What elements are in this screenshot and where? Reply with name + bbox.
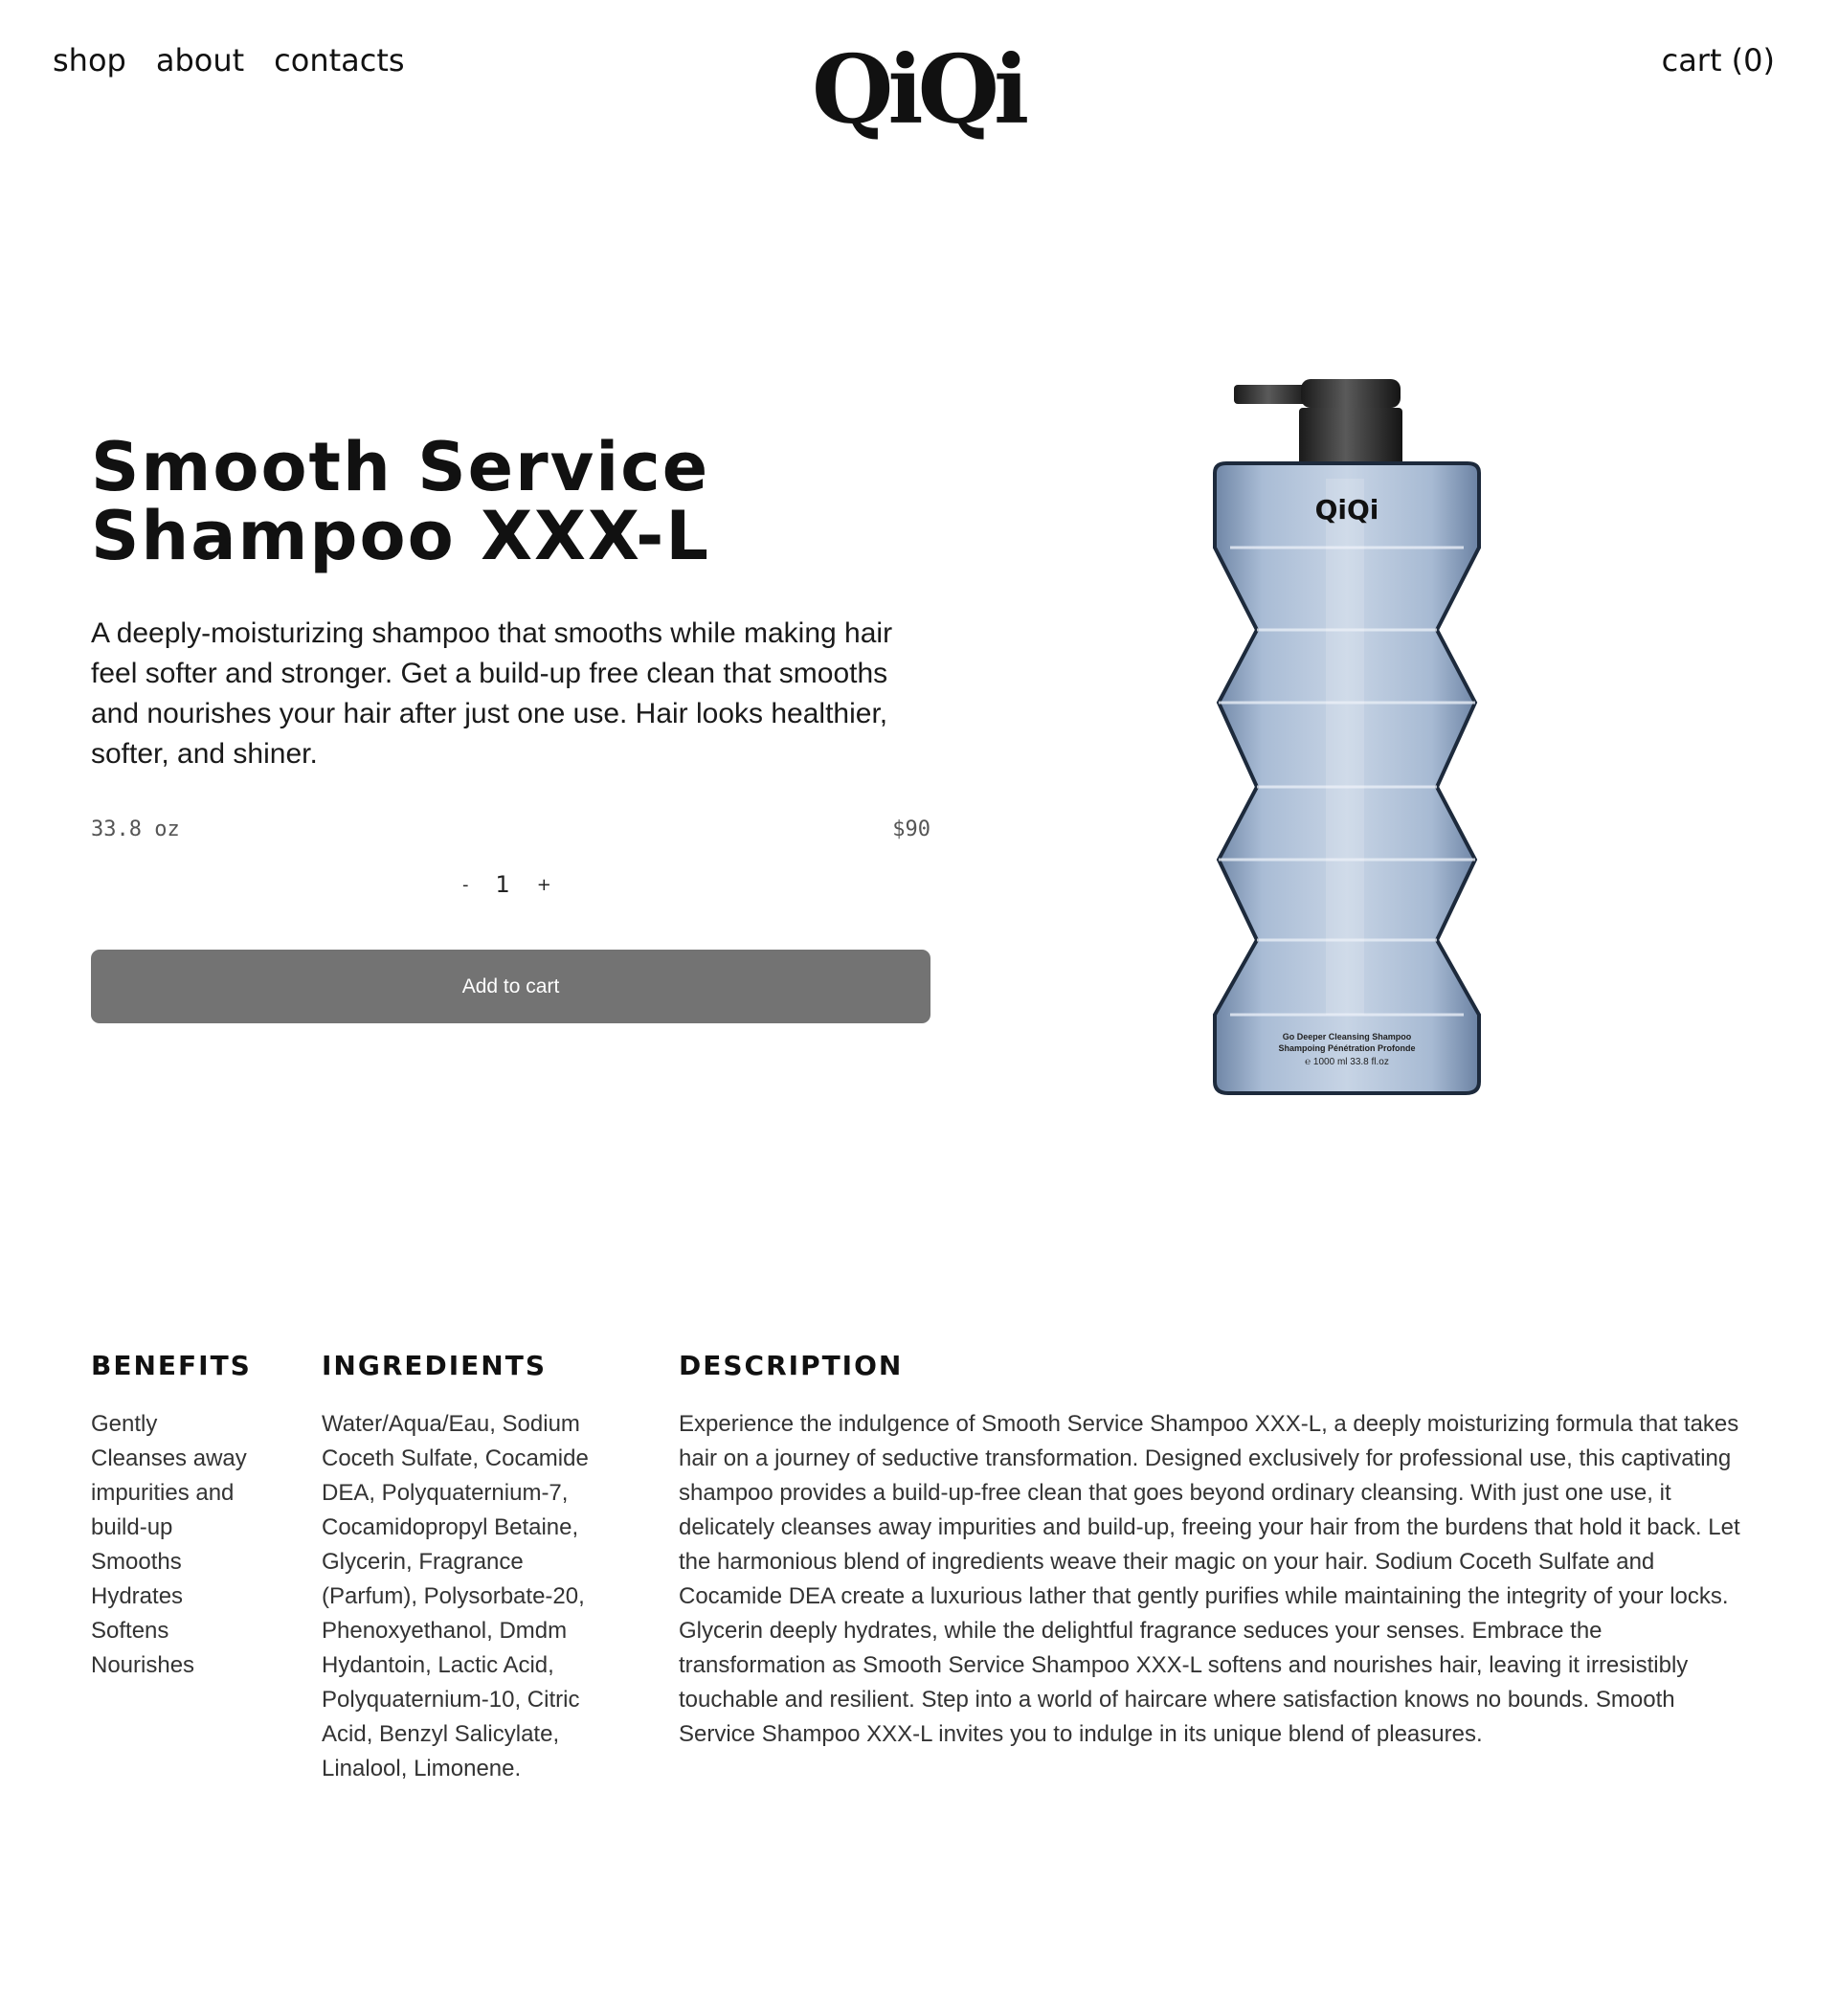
brand-logo-text[interactable]: QiQi [812,44,1029,138]
ingredients-line: Acid, Benzyl Salicylate, [322,1721,560,1747]
benefits-line: Smooths [91,1549,182,1575]
benefits-line: Nourishes [91,1652,195,1678]
ingredients-line: Hydantoin, Lactic Acid, [322,1652,554,1678]
benefits-line: build-up [91,1514,173,1540]
ingredients-line: Linalool, Limonene. [322,1756,522,1781]
benefits-line: Softens [91,1618,169,1644]
bottle-brand-label: QiQi [1315,494,1379,526]
ingredients-line: DEA, Polyquaternium-7, [322,1480,569,1506]
benefits-line: Gently [91,1411,158,1437]
product-lead-text: A deeply-moisturizing shampoo that smoot… [91,617,893,770]
product-title-line1: Smooth Service [91,428,710,506]
ingredients-list: Water/Aqua/Eau, Sodium Coceth Sulfate, C… [322,1407,638,1786]
benefits-heading: BENEFITS [91,1350,252,1381]
ingredients-line: Glycerin, Fragrance [322,1549,524,1575]
product-title-line2: Shampoo XXX-L [91,497,710,575]
quantity-increment-button[interactable]: + [537,875,551,895]
product-image: QiQi Go Deeper Cleansing Shampoo Shampoi… [1213,379,1481,1095]
brand-logo[interactable]: QiQi [812,44,1029,149]
bottle-label-line3: ℮ 1000 ml 33.8 fl.oz [1305,1057,1389,1067]
cart-link[interactable]: cart (0) [1662,42,1775,78]
description-text: Experience the indulgence of Smooth Serv… [679,1411,1740,1747]
product-price: $90 [892,818,930,841]
nav-about-link[interactable]: about [156,42,244,78]
nav-contacts-link[interactable]: contacts [274,42,404,78]
main-nav: shop about contacts [53,42,405,78]
product-title: Smooth Service Shampoo XXX-L [91,433,818,571]
ingredients-line: Coceth Sulfate, Cocamide [322,1445,589,1471]
quantity-stepper: - 1 + [462,871,551,898]
ingredients-line: Phenoxyethanol, Dmdm [322,1618,568,1644]
benefits-line: Hydrates [91,1583,184,1609]
ingredients-line: (Parfum), Polysorbate-20, [322,1583,585,1609]
ingredients-heading: INGREDIENTS [322,1350,548,1381]
product-size: 33.8 oz [91,818,180,841]
ingredients-line: Cocamidopropyl Betaine, [322,1514,579,1540]
bottle-highlight [1326,479,1364,1015]
bottle-label-line2: Shampoing Pénétration Profonde [1278,1043,1415,1053]
benefits-list: Gently Cleanses away impurities and buil… [91,1407,282,1683]
benefits-line: impurities and [91,1480,235,1506]
quantity-value: 1 [495,871,510,898]
description-heading: DESCRIPTION [679,1350,904,1381]
benefits-line: Cleanses away [91,1445,247,1471]
ingredients-line: Water/Aqua/Eau, Sodium [322,1411,580,1437]
nav-shop-link[interactable]: shop [53,42,126,78]
quantity-decrement-button[interactable]: - [462,875,469,895]
bottle-pump [1234,379,1402,467]
bottle-label-line1: Go Deeper Cleansing Shampoo [1283,1032,1412,1042]
add-to-cart-button[interactable]: Add to cart [91,950,930,1023]
ingredients-line: Polyquaternium-10, Citric [322,1687,580,1713]
